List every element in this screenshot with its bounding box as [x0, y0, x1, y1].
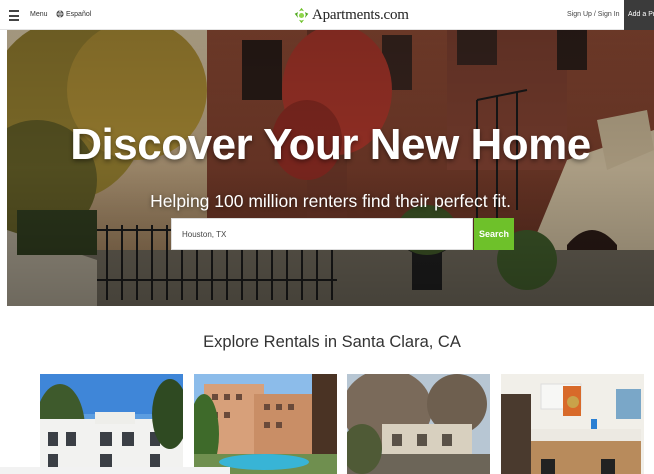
rental-cards — [40, 374, 644, 474]
hero-title: Discover Your New Home — [70, 120, 591, 169]
menu-icon[interactable] — [9, 10, 19, 21]
explore-heading: Explore Rentals in Santa Clara, CA — [203, 333, 461, 351]
rental-card-image — [40, 374, 183, 474]
top-header: Menu Español Apartments.com Sign Up / Si… — [0, 0, 654, 30]
apartments-logo-icon — [294, 7, 309, 23]
apartments-logo[interactable]: Apartments.com — [293, 5, 409, 25]
hero-banner: Discover Your New Home Helping 100 milli… — [7, 30, 654, 306]
sign-in-link[interactable]: Sign Up / Sign In — [567, 11, 620, 18]
rental-card-pool-complex[interactable] — [194, 374, 337, 474]
rental-card-image — [194, 374, 337, 474]
search-field[interactable] — [171, 218, 473, 250]
rental-card-white-building[interactable] — [40, 374, 183, 474]
search-button[interactable]: Search — [474, 218, 514, 250]
add-property-button[interactable]: Add a Pro — [624, 0, 654, 30]
hero-subtitle: Helping 100 million renters find their p… — [150, 191, 511, 211]
bottom-bar — [0, 467, 230, 474]
rental-card-townhouses[interactable] — [347, 374, 490, 474]
logo-text: Apartments.com — [312, 6, 409, 23]
globe-icon[interactable] — [56, 10, 64, 18]
rental-card-image — [501, 374, 644, 474]
rental-card-kitchen[interactable] — [501, 374, 644, 474]
rental-card-image — [347, 374, 490, 474]
search-input[interactable] — [172, 219, 472, 249]
language-link[interactable]: Español — [66, 11, 91, 18]
menu-label[interactable]: Menu — [30, 11, 48, 18]
